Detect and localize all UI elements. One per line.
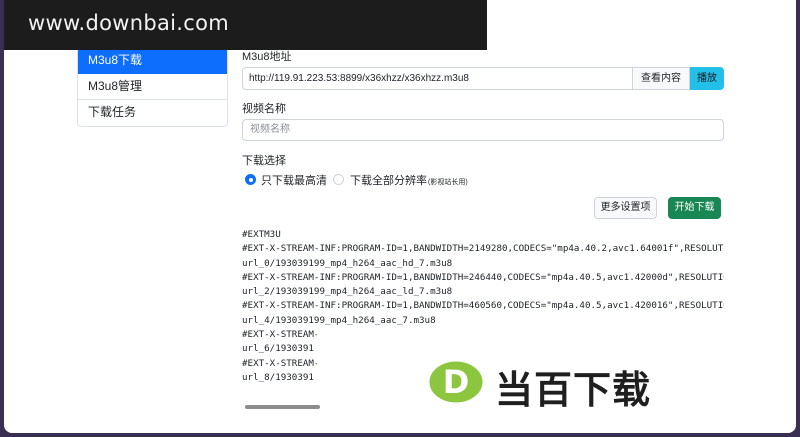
radio-highest-quality[interactable] [245, 174, 256, 185]
logo-d-icon: D [426, 358, 486, 406]
m3u8-url-input[interactable]: http://119.91.223.53:8899/x36xhzz/x36xhz… [242, 67, 633, 90]
playlist-line: #EXT-X-STREAM- [242, 357, 317, 369]
play-button[interactable]: 播放 [690, 67, 724, 90]
playlist-line: #EXT-X-STREAM-INF:PROGRAM-ID=1,BANDWIDTH… [242, 243, 724, 255]
sidebar-nav: M3u8下载 M3u8管理 下载任务 [77, 47, 228, 127]
sidebar-item-m3u8-download[interactable]: M3u8下载 [78, 48, 227, 74]
radio-all-resolutions-note: (影视站长用) [428, 179, 468, 186]
playlist-line: #EXT-X-STREAM-INF:PROGRAM-ID=1,BANDWIDTH… [242, 271, 724, 283]
playlist-line: #EXT-X-STREAM- [242, 329, 317, 341]
download-choice-group: 只下载最高清 下载全部分辨率 (影视站长用) [242, 172, 724, 188]
logo-letter: D [443, 363, 470, 401]
playlist-line: url_0/193039199_mp4_h264_aac_hd_7.m3u8 [242, 257, 453, 269]
playlist-line: #EXT-X-STREAM-INF:PROGRAM-ID=1,BANDWIDTH… [242, 300, 724, 312]
playlist-line: url_6/1930391 [242, 343, 314, 355]
video-name-label: 视频名称 [242, 103, 286, 115]
playlist-line: url_4/193039199_mp4_h264_aac_7.m3u8 [242, 314, 436, 326]
radio-all-resolutions-label[interactable]: 下载全部分辨率 [350, 172, 427, 188]
watermark-banner: www.downbai.com [4, 0, 487, 50]
app-window: www.downbai.com M3u8下载 M3u8管理 下载任务 M3u8地… [4, 0, 796, 433]
download-choice-label: 下载选择 [242, 155, 286, 167]
radio-all-resolutions[interactable] [333, 174, 344, 185]
watermark-text: www.downbai.com [28, 11, 229, 35]
horizontal-scrollbar[interactable] [245, 405, 320, 409]
radio-highest-quality-label[interactable]: 只下载最高清 [261, 172, 327, 188]
playlist-line: url_8/1930391 [242, 371, 314, 383]
playlist-line: url_2/193039199_mp4_h264_aac_ld_7.m3u8 [242, 286, 453, 298]
video-name-input[interactable]: 视频名称 [242, 119, 724, 141]
playlist-line: #EXTM3U [242, 229, 281, 240]
site-logo: D 当百下载 [425, 358, 695, 414]
url-input-group: http://119.91.223.53:8899/x36xhzz/x36xhz… [242, 67, 724, 90]
start-download-button[interactable]: 开始下载 [668, 197, 721, 219]
more-settings-button[interactable]: 更多设置项 [594, 197, 657, 219]
sidebar-item-download-tasks[interactable]: 下载任务 [78, 100, 227, 126]
m3u8-url-label: M3u8地址 [242, 51, 292, 63]
view-content-button[interactable]: 查看内容 [633, 67, 690, 90]
sidebar-item-m3u8-manage[interactable]: M3u8管理 [78, 74, 227, 100]
logo-text: 当百下载 [493, 367, 652, 414]
